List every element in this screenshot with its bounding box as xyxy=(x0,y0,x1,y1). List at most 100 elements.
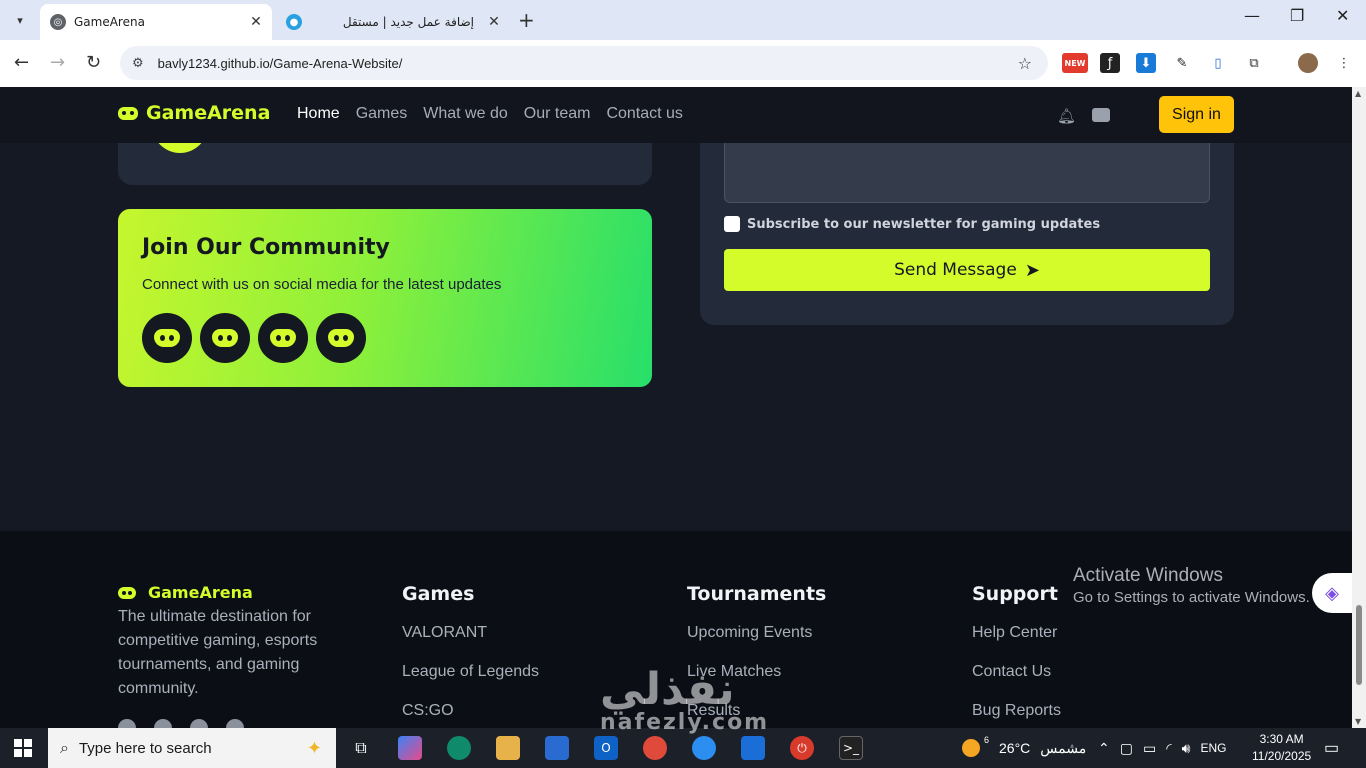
browser-menu-icon[interactable]: ⋮ xyxy=(1334,53,1354,73)
footer-link[interactable]: Help Center xyxy=(972,624,1061,642)
main-nav: Home Games What we do Our team Contact u… xyxy=(297,105,683,123)
community-title: Join Our Community xyxy=(142,235,390,260)
close-window-icon[interactable]: ✕ xyxy=(1336,6,1349,25)
discord-icon[interactable] xyxy=(316,313,366,363)
eyedropper-extension-icon[interactable]: ✎ xyxy=(1172,53,1192,73)
footer-link[interactable]: League of Legends xyxy=(402,663,539,681)
watermark-url: nafezly.com xyxy=(600,710,770,735)
footer-link[interactable]: Contact Us xyxy=(972,663,1061,681)
nav-games[interactable]: Games xyxy=(356,105,408,123)
weather-badge: 6 xyxy=(984,735,990,745)
footer-link[interactable]: VALORANT xyxy=(402,624,539,642)
search-placeholder: Type here to search xyxy=(78,739,212,757)
tab-search-chevron-icon[interactable]: ▾ xyxy=(8,8,32,32)
social-icon[interactable] xyxy=(190,719,208,728)
tab-mostaql[interactable]: ● إضافة عمل جديد | مستقل ✕ xyxy=(276,4,510,40)
back-arrow-icon[interactable]: ← xyxy=(14,52,29,73)
discord-icon[interactable] xyxy=(258,313,308,363)
clock-time: 3:30 AM xyxy=(1259,732,1304,746)
social-icon[interactable] xyxy=(226,719,244,728)
newsletter-row: Subscribe to our newsletter for gaming u… xyxy=(724,216,1100,232)
device-icon[interactable]: ▢ xyxy=(1120,740,1133,757)
activate-subtitle: Go to Settings to activate Windows. xyxy=(1073,589,1310,606)
site-logo[interactable]: GameArena xyxy=(118,102,270,124)
taskbar-search[interactable]: ⌕ Type here to search ✦ xyxy=(48,728,336,768)
profile-avatar[interactable] xyxy=(1298,53,1318,73)
send-message-button[interactable]: Send Message ➤ xyxy=(724,249,1210,291)
language-indicator[interactable]: ENG xyxy=(1200,741,1226,755)
sparkle-icon: ✦ xyxy=(306,737,322,759)
volume-icon[interactable]: 🔊︎ xyxy=(1182,740,1191,757)
social-icon[interactable] xyxy=(154,719,172,728)
discord-icon[interactable] xyxy=(142,313,192,363)
assistant-float-icon[interactable]: ◈ xyxy=(1312,573,1352,613)
notification-icon[interactable]: ▭ xyxy=(1324,728,1339,768)
new-tab-plus-icon[interactable]: + xyxy=(518,8,535,32)
terminal-icon[interactable]: >_ xyxy=(839,736,863,760)
signin-button[interactable]: Sign in xyxy=(1159,96,1234,133)
chevron-up-icon[interactable]: ⌃ xyxy=(1098,740,1110,757)
chat-icon[interactable] xyxy=(1092,108,1110,122)
social-links xyxy=(142,313,366,363)
taskbar-clock[interactable]: 3:30 AM 11/20/2025 xyxy=(1252,731,1311,765)
community-subtitle: Connect with us on social media for the … xyxy=(142,276,502,293)
weather-temp: 26°C xyxy=(999,740,1031,756)
file-explorer-icon[interactable] xyxy=(496,736,520,760)
download-extension-icon[interactable]: ⬇ xyxy=(1136,53,1156,73)
footer-link[interactable]: Bug Reports xyxy=(972,702,1061,720)
scroll-up-arrow-icon[interactable]: ▲ xyxy=(1355,89,1361,98)
tab-gamearena[interactable]: ◎ GameArena ✕ xyxy=(40,4,272,40)
newsletter-checkbox[interactable] xyxy=(724,216,740,232)
store-icon[interactable] xyxy=(545,736,569,760)
word-icon[interactable] xyxy=(741,736,765,760)
nav-what-we-do[interactable]: What we do xyxy=(423,105,507,123)
chrome-icon[interactable] xyxy=(643,736,667,760)
nav-our-team[interactable]: Our team xyxy=(524,105,591,123)
minimize-icon[interactable]: — xyxy=(1244,6,1260,25)
reload-icon[interactable]: ↻ xyxy=(86,52,101,73)
app-icon[interactable] xyxy=(692,736,716,760)
wifi-icon[interactable]: ◜ xyxy=(1166,740,1171,757)
site-info-icon[interactable]: ⚙ xyxy=(132,56,144,71)
close-tab-icon[interactable]: ✕ xyxy=(246,14,266,30)
forward-arrow-icon[interactable]: → xyxy=(50,52,65,73)
scroll-down-arrow-icon[interactable]: ▼ xyxy=(1355,717,1361,726)
power-app-icon[interactable]: ⏻ xyxy=(790,736,814,760)
footer-description: The ultimate destination for competitive… xyxy=(118,608,318,697)
battery-icon[interactable]: ▭ xyxy=(1143,740,1156,757)
nav-contact-us[interactable]: Contact us xyxy=(606,105,682,123)
discord-icon[interactable] xyxy=(200,313,250,363)
page-viewport: GameArena Home Games What we do Our team… xyxy=(0,87,1352,728)
footer-logo[interactable]: GameArena xyxy=(118,583,253,602)
footer-link[interactable]: Upcoming Events xyxy=(687,624,826,642)
sun-icon xyxy=(962,739,980,757)
footer-col-title: Tournaments xyxy=(687,583,827,605)
windows-start-icon[interactable] xyxy=(14,739,32,757)
weather-label: مشمس xyxy=(1040,739,1087,756)
page-scrollbar[interactable]: ▲ ▼ xyxy=(1352,87,1366,728)
social-icon[interactable] xyxy=(118,719,136,728)
scrollbar-thumb[interactable] xyxy=(1356,605,1362,685)
bell-icon[interactable]: 🔔︎ xyxy=(1057,107,1076,125)
footer-link[interactable]: CS:GO xyxy=(402,702,539,720)
outlook-icon[interactable]: O xyxy=(594,736,618,760)
clipboard-extension-icon[interactable]: ▯ xyxy=(1208,53,1228,73)
task-view-icon[interactable]: ⧉ xyxy=(349,736,373,760)
restore-icon[interactable]: ❐ xyxy=(1290,6,1304,25)
browser-toolbar: ← → ↻ ⚙ bavly1234.github.io/Game-Arena-W… xyxy=(0,40,1366,87)
activate-windows-notice: Activate Windows Go to Settings to activ… xyxy=(1073,565,1310,606)
edge-icon[interactable] xyxy=(447,736,471,760)
copilot-icon[interactable] xyxy=(398,736,422,760)
new-extension-icon[interactable]: NEW xyxy=(1062,53,1088,73)
extensions-puzzle-icon[interactable]: ⧉ xyxy=(1244,53,1264,73)
address-bar[interactable]: ⚙ bavly1234.github.io/Game-Arena-Website… xyxy=(120,46,1048,80)
tab-title: إضافة عمل جديد | مستقل xyxy=(342,15,474,29)
font-extension-icon[interactable]: ƒ xyxy=(1100,53,1120,73)
close-tab-icon[interactable]: ✕ xyxy=(484,14,504,30)
weather-widget[interactable]: 6 26°C مشمس xyxy=(962,728,1086,768)
bookmark-star-icon[interactable]: ☆ xyxy=(1018,54,1032,73)
globe-icon: ◎ xyxy=(50,14,66,30)
nav-home[interactable]: Home xyxy=(297,105,340,123)
footer-social-icons xyxy=(118,719,244,728)
browser-tab-bar: ▾ ◎ GameArena ✕ ● إضافة عمل جديد | مستقل… xyxy=(0,0,1366,40)
